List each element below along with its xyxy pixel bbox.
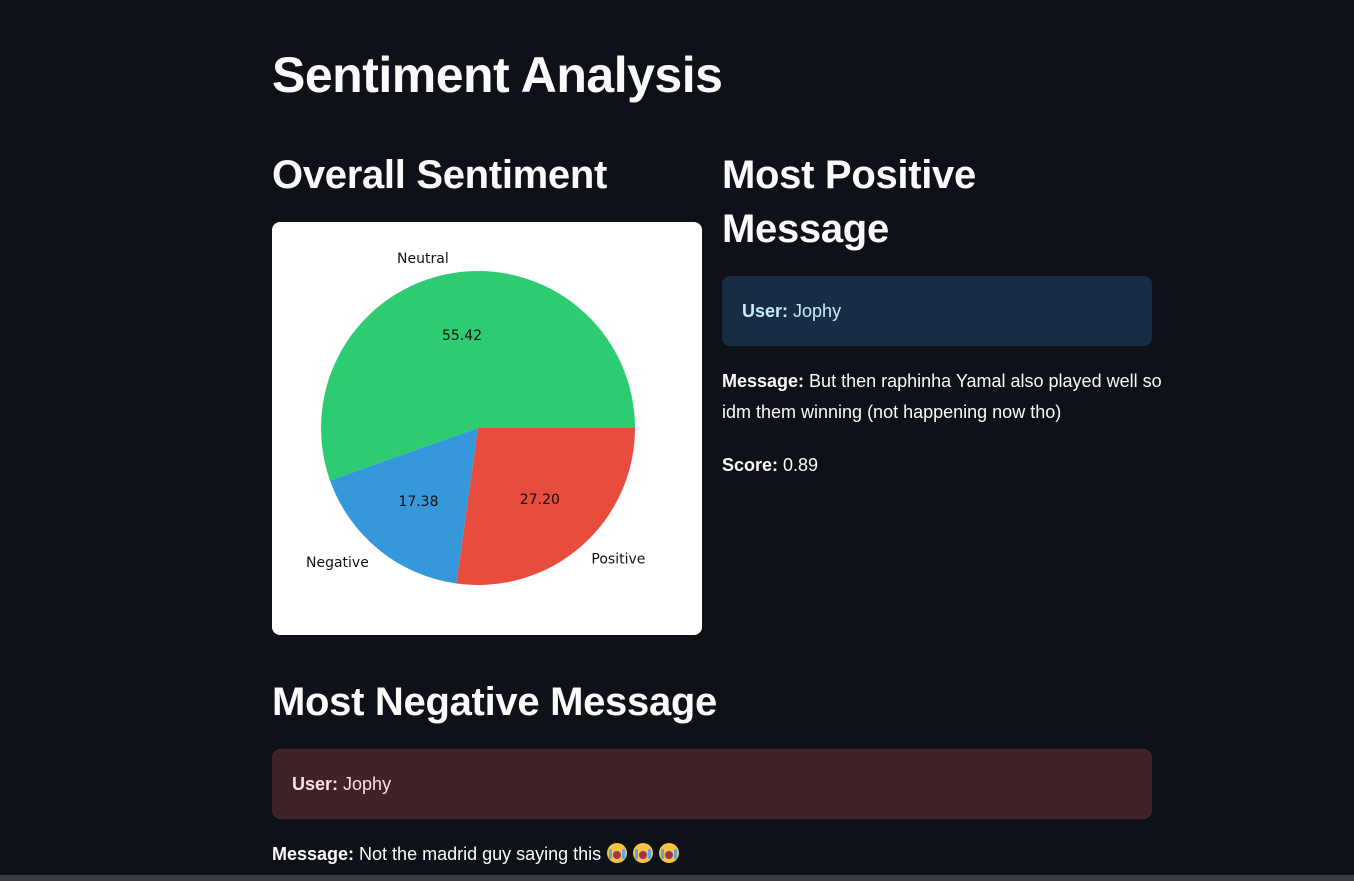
positive-message: Message: But then raphinha Yamal also pla… xyxy=(722,366,1162,428)
positive-user-label: User: xyxy=(742,300,789,321)
loudly-crying-face-icon xyxy=(607,843,628,863)
negative-user-label: User: xyxy=(292,773,339,794)
negative-user-box: User: Jophy xyxy=(272,749,1152,819)
bottom-scrollbar[interactable] xyxy=(0,875,1354,881)
positive-user-name: Jophy xyxy=(793,300,842,321)
overall-sentiment-heading: Overall Sentiment xyxy=(272,153,608,197)
negative-user-name: Jophy xyxy=(343,773,392,794)
pie-value-label: 27.20 xyxy=(520,492,560,508)
page-title: Sentiment Analysis xyxy=(272,47,723,103)
sentiment-pie-chart: 55.42 Neutral 17.38 Negative 27.20 Positive xyxy=(272,222,702,635)
loudly-crying-face-icon xyxy=(659,843,680,863)
negative-message-label: Message: xyxy=(272,844,355,864)
positive-message-label: Message: xyxy=(722,371,805,391)
most-negative-heading: Most Negative Message xyxy=(272,680,717,724)
pie-value-label: 17.38 xyxy=(398,494,438,510)
pie-category-label: Negative xyxy=(306,555,369,571)
page: Sentiment Analysis Overall Sentiment 55.… xyxy=(0,0,1354,881)
pie-value-label: 55.42 xyxy=(442,328,482,344)
pie-chart-svg: 55.42 Neutral 17.38 Negative 27.20 Positive xyxy=(306,251,645,585)
positive-user-box: User: Jophy xyxy=(722,276,1152,346)
positive-score: Score: 0.89 xyxy=(722,450,818,481)
most-positive-heading: Most Positive Message xyxy=(722,153,976,251)
positive-score-label: Score: xyxy=(722,455,779,475)
pie-category-label: Neutral xyxy=(397,251,449,267)
positive-score-value: 0.89 xyxy=(783,455,819,475)
loudly-crying-face-icon xyxy=(633,843,654,863)
pie-category-label: Positive xyxy=(591,551,645,567)
negative-message-text: Not the madrid guy saying this xyxy=(359,844,602,864)
negative-message: Message: Not the madrid guy saying this xyxy=(272,839,680,870)
